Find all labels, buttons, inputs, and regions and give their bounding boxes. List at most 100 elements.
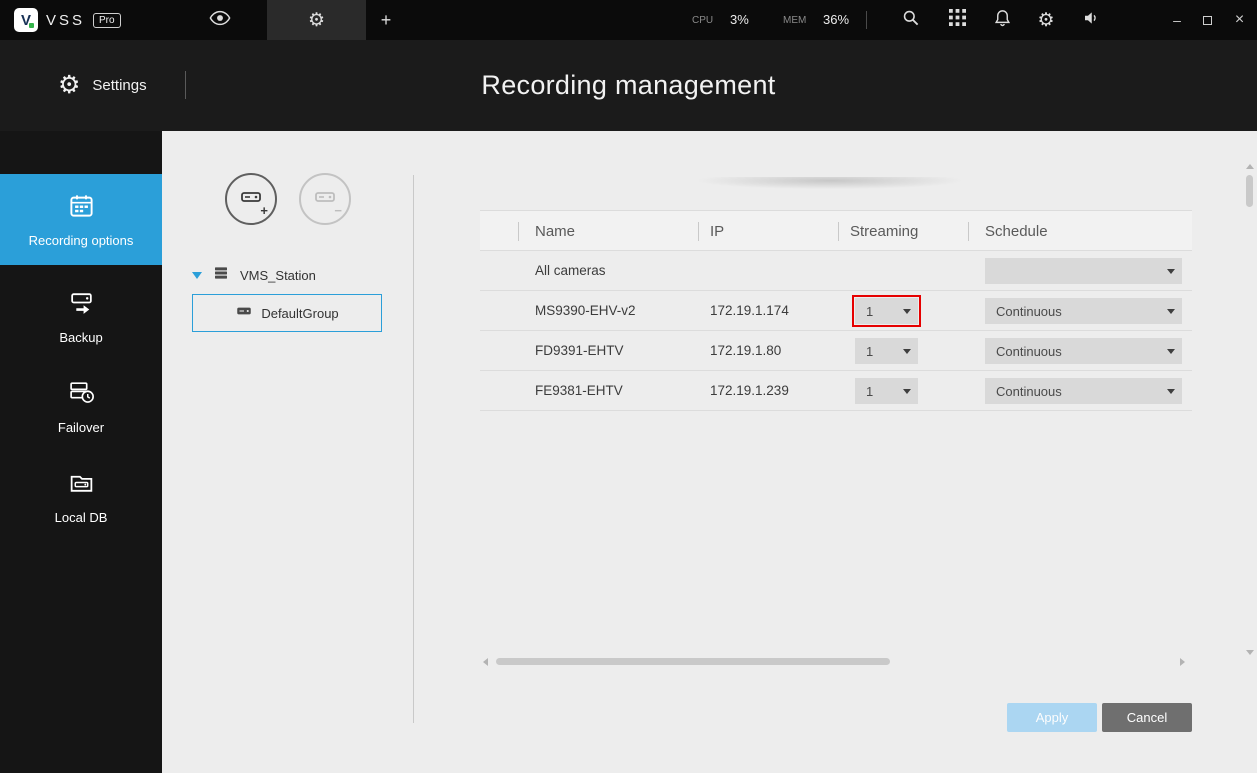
maximize-button[interactable] [1192, 0, 1222, 40]
apply-button[interactable]: Apply [1007, 703, 1097, 732]
titlebar-divider [866, 11, 867, 29]
vertical-scrollbar[interactable] [1246, 175, 1253, 207]
mem-value: 36% [823, 12, 849, 27]
vscroll-up-arrow[interactable] [1246, 164, 1254, 169]
sidebar-item-backup[interactable]: Backup [0, 286, 162, 348]
calendar-icon [68, 192, 95, 224]
close-button[interactable]: × [1222, 0, 1257, 40]
column-separator [968, 222, 969, 241]
table-row-camera: FE9381-EHTV 172.19.1.239 1 Continuous [480, 371, 1192, 411]
bell-icon [993, 8, 1012, 33]
tab-settings[interactable]: ⚙ [267, 0, 366, 40]
column-header-schedule: Schedule [985, 211, 1048, 251]
chevron-down-icon [1160, 389, 1182, 394]
remove-station-button[interactable]: − [299, 173, 351, 225]
sidebar-item-label: Failover [58, 420, 104, 435]
sidebar-item-failover[interactable]: Failover [0, 376, 162, 438]
cpu-label: CPU [692, 15, 713, 26]
server-plus-icon [239, 185, 263, 214]
notifications-button[interactable] [989, 8, 1015, 32]
camera-ip: 172.19.1.174 [710, 291, 789, 330]
column-separator [698, 222, 699, 241]
camera-name: FE9381-EHTV [535, 371, 623, 410]
tree-node-station[interactable]: VMS_Station [192, 263, 316, 287]
speaker-icon [1081, 9, 1101, 32]
schedule-value: Continuous [985, 344, 1160, 359]
sidebar-item-label: Recording options [29, 233, 134, 248]
chevron-down-icon [1160, 269, 1182, 274]
add-tab-button[interactable]: + [366, 0, 406, 40]
server-minus-icon [313, 185, 337, 214]
camera-name: FD9391-EHTV [535, 331, 624, 370]
vss-logo-icon: V [14, 8, 38, 32]
hscroll-right-arrow[interactable] [1180, 658, 1185, 666]
gear-icon: ⚙ [308, 11, 325, 30]
camera-ip: 172.19.1.80 [710, 331, 781, 370]
eye-icon [209, 7, 231, 34]
app-name: VSS [46, 12, 85, 29]
pro-badge: Pro [93, 13, 121, 28]
camera-table: Name IP Streaming Schedule All cameras M… [480, 210, 1192, 411]
table-row-all-cameras: All cameras [480, 251, 1192, 291]
maximize-icon [1203, 16, 1212, 25]
backup-icon [68, 289, 95, 321]
local-db-icon [68, 469, 95, 501]
add-station-button[interactable]: + [225, 173, 277, 225]
sidebar-item-local-db[interactable]: Local DB [0, 466, 162, 528]
camera-name: All cameras [535, 251, 606, 290]
panel-divider [413, 175, 414, 723]
recording-options-panel: + − VMS_Station DefaultGroup Name IP Str… [162, 131, 1257, 773]
system-settings-button[interactable]: ⚙ [1033, 8, 1059, 32]
chevron-down-icon [1160, 349, 1182, 354]
search-icon [901, 8, 920, 32]
sidebar-item-label: Local DB [55, 510, 108, 525]
failover-icon [68, 379, 95, 411]
cpu-value: 3% [730, 12, 749, 27]
station-label: VMS_Station [240, 268, 316, 283]
sidebar-item-recording-options[interactable]: Recording options [0, 174, 162, 265]
chevron-down-icon [1160, 309, 1182, 314]
table-header-row: Name IP Streaming Schedule [480, 210, 1192, 251]
audio-button[interactable] [1078, 8, 1104, 32]
page-title: Recording management [0, 40, 1257, 131]
chevron-down-icon [896, 349, 918, 354]
schedule-dropdown[interactable]: Continuous [985, 298, 1182, 324]
group-drive-icon [235, 302, 253, 325]
streaming-dropdown[interactable]: 1 [855, 338, 918, 364]
schedule-value: Continuous [985, 384, 1160, 399]
schedule-dropdown-all[interactable] [985, 258, 1182, 284]
column-separator [838, 222, 839, 241]
schedule-dropdown[interactable]: Continuous [985, 378, 1182, 404]
page-header: ⚙ Settings Recording management [0, 40, 1257, 131]
streaming-dropdown[interactable]: 1 [855, 378, 918, 404]
tab-live-view[interactable] [192, 0, 248, 40]
column-header-name: Name [535, 211, 575, 251]
minimize-button[interactable]: – [1162, 0, 1192, 40]
grid-icon [949, 9, 966, 31]
sidebar-item-label: Backup [59, 330, 102, 345]
streaming-value: 1 [855, 304, 896, 319]
scroll-shadow [645, 177, 1015, 189]
search-button[interactable] [897, 8, 923, 32]
plus-icon: + [260, 203, 268, 218]
station-stack-icon [212, 264, 230, 287]
column-separator [518, 222, 519, 241]
apps-grid-button[interactable] [944, 8, 970, 32]
schedule-dropdown[interactable]: Continuous [985, 338, 1182, 364]
vscroll-down-arrow[interactable] [1246, 650, 1254, 655]
titlebar: V VSS Pro ⚙ + CPU 3% MEM 36% ⚙ – [0, 0, 1257, 40]
streaming-value: 1 [855, 384, 896, 399]
column-header-ip: IP [710, 211, 724, 251]
camera-ip: 172.19.1.239 [710, 371, 789, 410]
expand-arrow-icon[interactable] [192, 272, 202, 279]
table-row-camera: FD9391-EHTV 172.19.1.80 1 Continuous [480, 331, 1192, 371]
schedule-value: Continuous [985, 304, 1160, 319]
mem-label: MEM [783, 15, 806, 26]
hscroll-left-arrow[interactable] [483, 658, 488, 666]
streaming-value: 1 [855, 344, 896, 359]
app-logo: V VSS Pro [14, 0, 121, 40]
streaming-dropdown[interactable]: 1 [855, 298, 918, 324]
tree-node-default-group[interactable]: DefaultGroup [192, 294, 382, 332]
horizontal-scrollbar[interactable] [496, 658, 890, 665]
cancel-button[interactable]: Cancel [1102, 703, 1192, 732]
